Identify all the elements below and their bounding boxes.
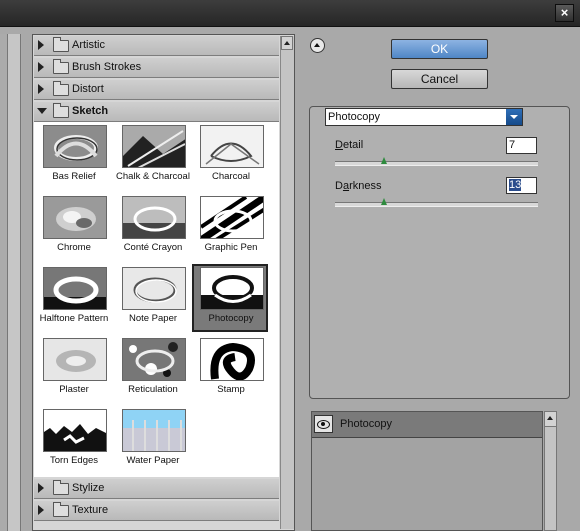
note-paper-thumbnail [122, 267, 186, 310]
expand-arrow-icon[interactable] [38, 505, 44, 515]
category-label: Stylize [72, 482, 105, 494]
category-label: Sketch [72, 105, 109, 117]
dialog-titlebar: × [0, 0, 580, 27]
charcoal-thumbnail [200, 125, 264, 168]
filter-thumbnail[interactable]: Chalk & Charcoal [114, 122, 190, 190]
category-artistic[interactable]: Artistic [34, 36, 279, 56]
expand-arrow-icon[interactable] [38, 84, 44, 94]
folder-icon [53, 37, 69, 52]
detail-label: Detail [335, 139, 364, 151]
bas-relief-thumbnail [43, 125, 107, 168]
effect-layer-row[interactable]: Photocopy [312, 412, 542, 438]
category-label: Brush Strokes [72, 61, 142, 73]
water-paper-thumbnail [122, 409, 186, 452]
filter-thumbnail-label: Reticulation [128, 384, 178, 395]
darkness-slider[interactable] [335, 198, 538, 207]
filter-gallery: Artistic Brush Strokes Distort Sketch Ba… [32, 34, 295, 531]
filter-thumbnail[interactable]: Plaster [35, 335, 111, 403]
filter-thumbnail[interactable]: Torn Edges [35, 406, 111, 474]
expand-arrow-icon[interactable] [38, 40, 44, 50]
close-icon[interactable]: × [555, 4, 574, 22]
chrome-thumbnail [43, 196, 107, 239]
darkness-input[interactable]: 13 [506, 177, 537, 194]
filter-thumbnail-label: Plaster [59, 384, 89, 395]
eye-icon[interactable] [314, 415, 333, 433]
layers-scrollbar[interactable] [544, 411, 557, 531]
collapse-arrow-icon[interactable] [37, 108, 47, 114]
scroll-up-icon[interactable] [545, 412, 556, 427]
filter-thumbnail[interactable]: Photocopy [192, 264, 268, 332]
filter-thumbnail[interactable]: Stamp [192, 335, 268, 403]
filter-thumbnail-label: Water Paper [126, 455, 180, 466]
preview-scrollbar[interactable] [7, 34, 21, 531]
filter-thumbnail-label: Conté Crayon [123, 242, 183, 253]
filter-settings-panel: Photocopy Detail 7 Darkness 13 [309, 106, 570, 399]
torn-edges-thumbnail [43, 409, 107, 452]
sketch-thumbnails: Bas Relief Chalk & Charcoal Charcoal Chrome… [34, 122, 279, 477]
graphic-pen-thumbnail [200, 196, 264, 239]
filter-thumbnail[interactable]: Conté Crayon [114, 193, 190, 261]
filter-thumbnail[interactable]: Charcoal [192, 122, 268, 190]
filter-thumbnail[interactable]: Halftone Pattern [35, 264, 111, 332]
filter-select-value: Photocopy [328, 111, 380, 123]
conte-crayon-thumbnail [122, 196, 186, 239]
folder-icon [53, 480, 69, 495]
filter-thumbnail-label: Chrome [57, 242, 91, 253]
chevron-down-icon[interactable] [506, 109, 522, 125]
photocopy-thumbnail [200, 267, 264, 310]
halftone-pattern-thumbnail [43, 267, 107, 310]
category-sketch[interactable]: Sketch [34, 102, 279, 122]
folder-icon [53, 59, 69, 74]
filter-thumbnail-label: Torn Edges [49, 455, 99, 466]
plaster-thumbnail [43, 338, 107, 381]
filter-thumbnail-label: Charcoal [211, 171, 251, 182]
filter-thumbnail[interactable]: Note Paper [114, 264, 190, 332]
effect-layers-panel: Photocopy [311, 411, 543, 531]
filter-thumbnail-label: Halftone Pattern [39, 313, 109, 324]
darkness-label: Darkness [335, 180, 382, 192]
filter-thumbnail-label: Stamp [217, 384, 245, 395]
ok-button[interactable]: OK [391, 39, 488, 59]
detail-input[interactable]: 7 [506, 137, 537, 154]
category-texture[interactable]: Texture [34, 501, 279, 521]
collapse-gallery-icon[interactable] [310, 38, 325, 53]
category-stylize[interactable]: Stylize [34, 479, 279, 499]
reticulation-thumbnail [122, 338, 186, 381]
chalk-charcoal-thumbnail [122, 125, 186, 168]
category-distort[interactable]: Distort [34, 80, 279, 100]
category-label: Distort [72, 83, 104, 95]
category-brush-strokes[interactable]: Brush Strokes [34, 58, 279, 78]
folder-icon [53, 81, 69, 96]
filter-thumbnail[interactable]: Water Paper [114, 406, 190, 474]
detail-slider-knob[interactable] [380, 157, 387, 164]
detail-slider[interactable] [335, 157, 538, 166]
effect-layer-name: Photocopy [340, 418, 392, 430]
filter-thumbnail[interactable]: Graphic Pen [192, 193, 268, 261]
filter-thumbnail-label: Bas Relief [52, 171, 96, 182]
scroll-up-icon[interactable] [281, 36, 293, 50]
gallery-scrollbar[interactable] [280, 36, 294, 529]
filter-select[interactable]: Photocopy [325, 108, 523, 126]
category-label: Artistic [72, 39, 105, 51]
filter-thumbnail-label: Note Paper [128, 313, 178, 324]
filter-thumbnail-label: Chalk & Charcoal [116, 171, 190, 182]
expand-arrow-icon[interactable] [38, 483, 44, 493]
folder-icon [53, 502, 69, 517]
open-folder-icon [53, 103, 69, 118]
filter-thumbnail-label: Graphic Pen [204, 242, 258, 253]
filter-thumbnail[interactable]: Bas Relief [35, 122, 111, 190]
filter-thumbnail[interactable]: Chrome [35, 193, 111, 261]
cancel-button[interactable]: Cancel [391, 69, 488, 89]
filter-thumbnail[interactable]: Reticulation [114, 335, 190, 403]
preview-scroll-area [0, 34, 22, 531]
category-label: Texture [72, 504, 109, 516]
expand-arrow-icon[interactable] [38, 62, 44, 72]
darkness-slider-knob[interactable] [380, 198, 387, 205]
filter-thumbnail-label: Photocopy [208, 313, 254, 324]
stamp-thumbnail [200, 338, 264, 381]
